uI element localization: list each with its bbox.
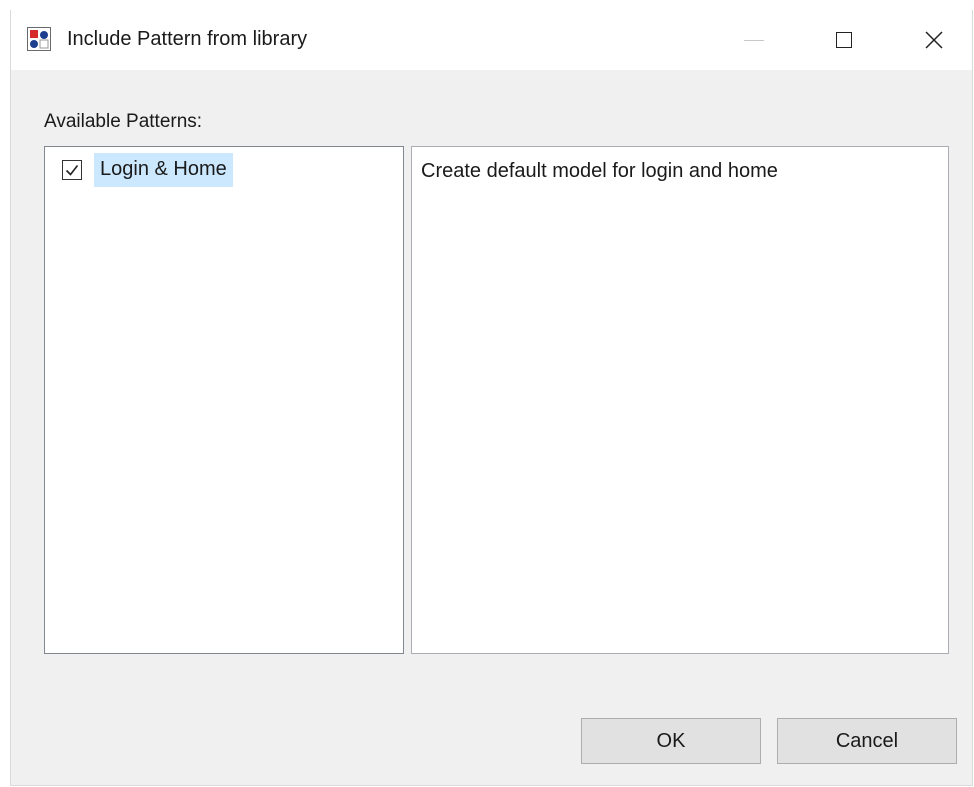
minimize-button[interactable] [724, 10, 784, 70]
close-icon [925, 31, 943, 49]
dialog-window: Include Pattern from library Available P… [10, 10, 973, 786]
app-pattern-icon [27, 27, 51, 51]
patterns-list[interactable]: Login & Home [44, 146, 404, 654]
minimize-icon [744, 39, 764, 41]
pattern-item-label[interactable]: Login & Home [94, 153, 233, 187]
cancel-button[interactable]: Cancel [777, 718, 957, 764]
pattern-description-text: Create default model for login and home [421, 160, 778, 182]
ok-button[interactable]: OK [581, 718, 761, 764]
available-patterns-label: Available Patterns: [44, 111, 203, 132]
title-bar[interactable]: Include Pattern from library [11, 10, 972, 70]
maximize-button[interactable] [814, 10, 874, 70]
maximize-icon [836, 32, 852, 48]
window-title: Include Pattern from library [67, 28, 308, 50]
pattern-description-panel: Create default model for login and home [411, 146, 949, 654]
pattern-checkbox[interactable] [62, 160, 82, 180]
close-button[interactable] [904, 10, 964, 70]
checkmark-icon [65, 165, 79, 176]
list-item[interactable]: Login & Home [45, 151, 233, 189]
